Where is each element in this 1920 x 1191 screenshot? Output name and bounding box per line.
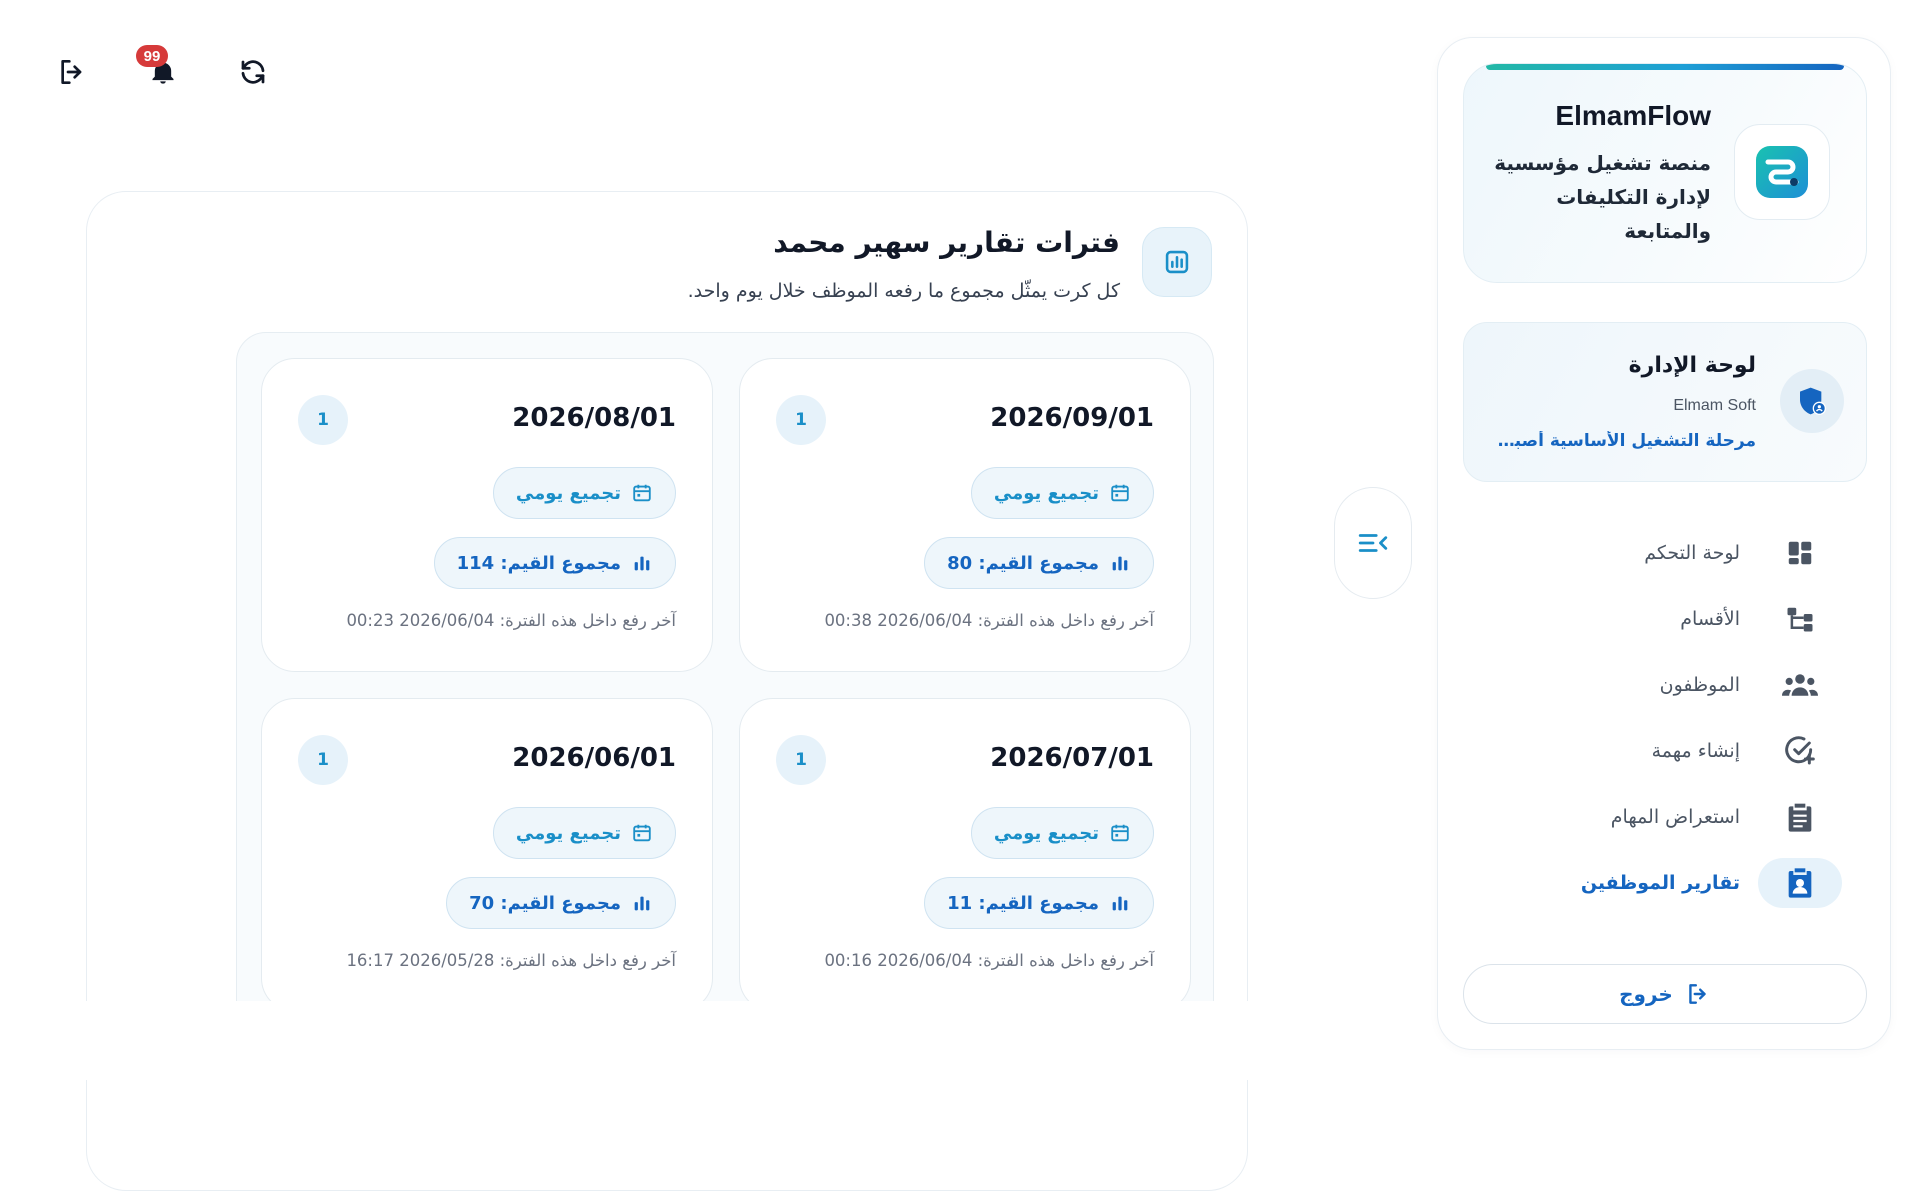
values-total-chip: مجموع القيم: 80: [924, 537, 1154, 589]
employee-report-icon: [1788, 868, 1812, 898]
app-logo: [1734, 124, 1830, 220]
shield-user-icon: [1800, 387, 1826, 415]
report-card[interactable]: 2026/06/01 1 تجميع يومي مجموع القيم: 70 …: [261, 698, 713, 1012]
phase-status-text: مرحلة التشغيل الأساسية أصبحت: [1486, 431, 1756, 451]
bar-chart-icon: [634, 556, 650, 571]
calendar-icon: [633, 484, 651, 502]
values-total-label: مجموع القيم: 11: [947, 892, 1099, 914]
logout-label: خروج: [1619, 982, 1673, 1006]
refresh-button[interactable]: [233, 52, 273, 92]
admin-panel-card[interactable]: لوحة الإدارة Elmam Soft مرحلة التشغيل ال…: [1463, 322, 1867, 482]
admin-title: لوحة الإدارة: [1628, 353, 1756, 378]
page-bottom-fade: [0, 1001, 1380, 1080]
logout-icon: [61, 60, 82, 84]
daily-group-label: تجميع يومي: [515, 822, 621, 844]
app-tagline: منصة تشغيل مؤسسية لإدارة التكليفات والمت…: [1494, 151, 1711, 243]
values-total-chip: مجموع القيم: 70: [446, 877, 676, 929]
values-total-label: مجموع القيم: 114: [456, 552, 621, 574]
card-date: 2026/08/01: [512, 403, 676, 433]
sidebar-item-label: تقارير الإدارة العامة: [1586, 938, 1740, 960]
daily-group-chip: تجميع يومي: [970, 467, 1154, 519]
daily-group-label: تجميع يومي: [515, 482, 621, 504]
sidebar-item-create-task[interactable]: إنشاء مهمة: [1502, 726, 1842, 776]
logout-icon-button[interactable]: [52, 52, 92, 92]
bar-chart-icon: [1112, 556, 1128, 571]
brand-card: ElmamFlow منصة تشغيل مؤسسية لإدارة التكل…: [1463, 63, 1867, 283]
sidebar-item-employee-reports[interactable]: تقارير الموظفين: [1502, 858, 1842, 908]
refresh-icon: [241, 60, 265, 84]
page-subtitle: كل كرت يمثّل مجموع ما رفعه الموظف خلال ي…: [687, 280, 1120, 302]
collapse-menu-icon: [1358, 534, 1388, 552]
sidebar-item-label: الأقسام: [1680, 608, 1740, 630]
notification-count-badge: 99: [136, 45, 168, 67]
sidebar-collapse-button[interactable]: [1334, 487, 1412, 599]
app-name: ElmamFlow: [1555, 100, 1711, 131]
departments-icon: [1787, 607, 1813, 632]
sidebar-item-label: لوحة التحكم: [1644, 542, 1740, 564]
daily-group-label: تجميع يومي: [993, 822, 1099, 844]
sidebar-nav: لوحة التحكم الأقسام الموظفون إنشاء مهمة …: [1438, 528, 1890, 988]
sidebar-item-label: تقارير الموظفين: [1580, 872, 1740, 894]
card-date: 2026/07/01: [990, 743, 1154, 773]
card-date: 2026/06/01: [512, 743, 676, 773]
elmamflow-logo-icon: [1756, 146, 1808, 198]
report-card[interactable]: 2026/07/01 1 تجميع يومي مجموع القيم: 11 …: [739, 698, 1191, 1012]
employees-icon: [1782, 674, 1818, 696]
last-upload-text: آخر رفع داخل هذه الفترة: 2026/06/04 00:1…: [824, 951, 1154, 970]
user-icon: [1786, 935, 1814, 963]
card-count-badge: 1: [776, 395, 826, 445]
sidebar-item-view-tasks[interactable]: استعراض المهام: [1502, 792, 1842, 842]
dashboard-icon: [1788, 541, 1812, 565]
daily-group-chip: تجميع يومي: [492, 467, 676, 519]
calendar-icon: [1111, 484, 1129, 502]
card-date: 2026/09/01: [990, 403, 1154, 433]
bar-chart-icon: [1112, 896, 1128, 911]
sidebar-item-label: الموظفون: [1659, 674, 1740, 696]
values-total-chip: مجموع القيم: 11: [924, 877, 1154, 929]
report-header-icon-box: [1142, 227, 1212, 297]
logout-button[interactable]: خروج: [1463, 964, 1867, 1024]
page-title: فترات تقارير سهير محمد: [773, 226, 1120, 259]
calendar-icon: [633, 824, 651, 842]
report-card[interactable]: 2026/09/01 1 تجميع يومي مجموع القيم: 80 …: [739, 358, 1191, 672]
daily-group-label: تجميع يومي: [993, 482, 1099, 504]
sidebar-item-employees[interactable]: الموظفون: [1502, 660, 1842, 710]
last-upload-text: آخر رفع داخل هذه الفترة: 2026/06/04 00:2…: [346, 611, 676, 630]
organization-name: Elmam Soft: [1673, 397, 1756, 414]
logout-icon: [1689, 984, 1706, 1004]
bar-chart-icon: [1165, 250, 1189, 274]
calendar-icon: [1111, 824, 1129, 842]
sidebar-item-dashboard[interactable]: لوحة التحكم: [1502, 528, 1842, 578]
sidebar-item-label: إنشاء مهمة: [1651, 740, 1740, 762]
last-upload-text: آخر رفع داخل هذه الفترة: 2026/05/28 16:1…: [346, 951, 676, 970]
clipboard-icon: [1788, 803, 1812, 832]
daily-group-chip: تجميع يومي: [492, 807, 676, 859]
sidebar: ElmamFlow منصة تشغيل مؤسسية لإدارة التكل…: [1437, 37, 1891, 1050]
last-upload-text: آخر رفع داخل هذه الفترة: 2026/06/04 00:3…: [824, 611, 1154, 630]
daily-group-chip: تجميع يومي: [970, 807, 1154, 859]
card-count-badge: 1: [776, 735, 826, 785]
card-count-badge: 1: [298, 735, 348, 785]
card-count-badge: 1: [298, 395, 348, 445]
sidebar-item-label: استعراض المهام: [1610, 806, 1740, 828]
bar-chart-icon: [634, 896, 650, 911]
values-total-chip: مجموع القيم: 114: [433, 537, 676, 589]
sidebar-item-departments[interactable]: الأقسام: [1502, 594, 1842, 644]
values-total-label: مجموع القيم: 70: [469, 892, 621, 914]
admin-shield-badge: [1780, 369, 1844, 433]
add-task-icon: [1785, 736, 1815, 765]
brand-accent-bar: [1486, 64, 1844, 70]
report-card[interactable]: 2026/08/01 1 تجميع يومي مجموع القيم: 114…: [261, 358, 713, 672]
values-total-label: مجموع القيم: 80: [947, 552, 1099, 574]
